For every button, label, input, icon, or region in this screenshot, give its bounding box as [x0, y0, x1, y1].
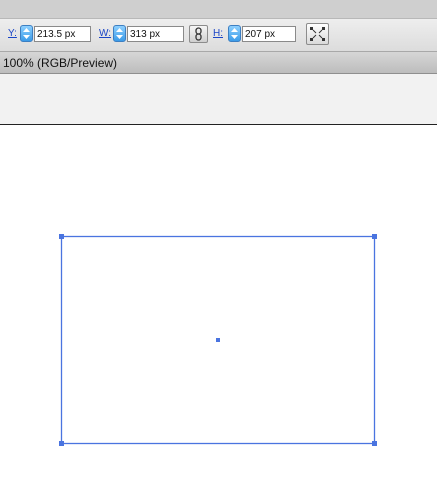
constrain-proportions-button[interactable]: [189, 25, 208, 43]
document-header-area: [0, 74, 437, 125]
center-point: [216, 338, 220, 342]
w-label: W:: [99, 28, 112, 39]
h-stepper-icon[interactable]: [228, 25, 241, 42]
transform-button[interactable]: [306, 23, 329, 45]
y-label: Y:: [8, 28, 17, 39]
w-field[interactable]: [127, 26, 184, 42]
handle-bottom-left: [59, 441, 64, 446]
control-panel: Y: W: H:: [0, 19, 437, 52]
artboard-canvas[interactable]: [0, 125, 437, 494]
top-menu-strip: [0, 0, 437, 19]
handle-top-left: [59, 234, 64, 239]
link-chain-icon: [195, 27, 202, 41]
selection-layer: [59, 234, 377, 446]
transform-handles-icon: [310, 27, 325, 41]
h-label: H:: [213, 28, 223, 39]
y-field[interactable]: [34, 26, 91, 42]
w-stepper-icon[interactable]: [113, 25, 126, 42]
handle-bottom-right: [372, 441, 377, 446]
document-title: 100% (RGB/Preview): [3, 56, 118, 70]
y-stepper-icon[interactable]: [20, 25, 33, 42]
handle-top-right: [372, 234, 377, 239]
h-field[interactable]: [242, 26, 296, 42]
document-tab[interactable]: 100% (RGB/Preview): [0, 52, 437, 74]
